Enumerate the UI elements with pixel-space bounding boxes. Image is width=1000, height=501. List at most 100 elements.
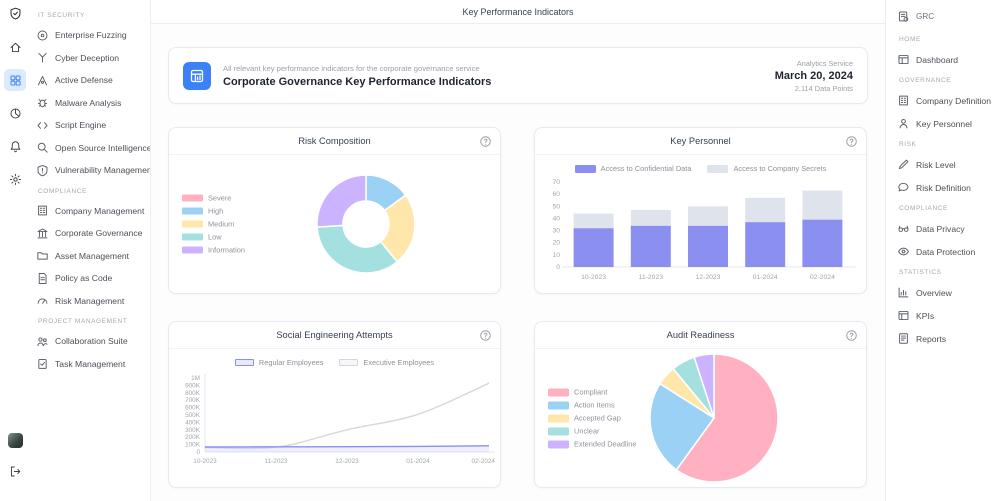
item-label: Risk Management [55,296,124,306]
item-label: Dashboard [916,55,958,65]
item-label: Asset Management [55,251,129,261]
sidebar-item-enterprise-fuzzing[interactable]: Enterprise Fuzzing [36,24,146,47]
data-points-count: 2,114 Data Points [775,84,853,93]
card-header: Key Personnel [535,128,866,155]
item-label: Corporate Governance [55,228,142,238]
item-label: Malware Analysis [55,98,121,108]
legend-label: Access to Confidential Data [601,164,692,173]
sidebar-item-corporate-governance[interactable]: Corporate Governance [36,222,146,245]
sidebar-item-cyber-deception[interactable]: Cyber Deception [36,47,146,70]
code-icon [36,119,49,132]
chart-legend: Access to Confidential Data Access to Co… [535,164,866,173]
dashboard-grid-icon[interactable] [4,69,26,91]
nav-item-data-protection[interactable]: Data Protection [897,240,992,263]
svg-text:100K: 100K [185,442,201,449]
sidebar-item-risk-management[interactable]: Risk Management [36,290,146,313]
nav-item-key-personnel[interactable]: Key Personnel [897,112,992,135]
nav-item-risk-definition[interactable]: Risk Definition [897,176,992,199]
card-header: Audit Readiness [535,322,866,349]
document-icon [36,272,49,285]
app-logo-shield-icon [9,7,22,20]
person-icon [897,117,910,130]
settings-gear-icon[interactable] [4,168,26,190]
nav-item-dashboard[interactable]: Dashboard [897,48,992,71]
glasses-icon [897,222,910,235]
content-area: All relevant key performance indicators … [151,24,885,488]
legend-swatch [548,401,569,409]
svg-text:40: 40 [552,215,560,222]
page-title: Key Performance Indicators [462,7,573,17]
legend-item: Low [182,233,245,242]
folder-icon [36,249,49,262]
chart-card-audit-readiness: Audit Readiness Compliant Action Items A… [534,321,867,488]
target-icon [36,29,49,42]
analytics-pie-icon[interactable] [4,102,26,124]
chart-card-social-engineering: Social Engineering Attempts Regular Empl… [168,321,501,488]
svg-text:1M: 1M [191,375,200,382]
legend-swatch [182,247,203,254]
home-icon[interactable] [4,36,26,58]
nav-item-overview[interactable]: Overview [897,281,992,304]
bank-icon [36,227,49,240]
legend-item: Regular Employees [235,358,324,367]
legend-label: Compliant [574,388,607,397]
nav-item-company-definition[interactable]: Company Definition [897,89,992,112]
sidebar-item-vulnerability-management[interactable]: Vulnerability Management [36,159,146,182]
grc-app-label: GRC [916,12,934,21]
sidebar-item-open-source-intelligence[interactable]: Open Source Intelligence [36,137,146,160]
legend-item: Accepted Gap [548,414,636,423]
chart-title: Risk Composition [298,136,370,146]
table-icon [897,309,910,322]
left-sidebar: IT Security Enterprise Fuzzing Cyber Dec… [30,0,150,501]
svg-text:12-2023: 12-2023 [696,274,721,281]
gauge-icon [36,294,49,307]
section-label-compliance-right: Compliance [899,205,992,212]
search-icon [36,141,49,154]
section-label-compliance: Compliance [38,188,146,195]
sidebar-item-company-management[interactable]: Company Management [36,200,146,223]
sidebar-item-policy-as-code[interactable]: Policy as Code [36,267,146,290]
card-header: Risk Composition [169,128,500,155]
people-icon [36,335,49,348]
nav-item-reports[interactable]: Reports [897,327,992,350]
eye-icon [897,245,910,258]
chart-card-key-personnel: Key Personnel Access to Confidential Dat… [534,127,867,294]
sidebar-item-active-defense[interactable]: Active Defense [36,69,146,92]
right-sidebar: GRC Home Dashboard Governance Company De… [885,0,1000,501]
sidebar-item-task-management[interactable]: Task Management [36,353,146,376]
help-icon[interactable] [845,135,857,147]
sidebar-item-collaboration-suite[interactable]: Collaboration Suite [36,330,146,353]
sidebar-item-malware-analysis[interactable]: Malware Analysis [36,92,146,115]
user-avatar[interactable] [8,433,23,448]
item-label: Key Personnel [916,119,972,129]
section-label-it-security: IT Security [38,12,146,19]
chart-card-risk-composition: Risk Composition Severe High Medium Low … [168,127,501,294]
line-chart-body: Regular Employees Executive Employees 01… [169,349,500,487]
legend-item: Compliant [548,388,636,397]
legend-swatch [548,388,569,396]
sidebar-item-asset-management[interactable]: Asset Management [36,245,146,268]
item-label: KPIs [916,311,934,321]
grc-app-badge[interactable]: GRC [897,6,992,26]
legend-label: Accepted Gap [574,414,621,423]
nav-item-risk-level[interactable]: Risk Level [897,153,992,176]
nav-item-data-privacy[interactable]: Data Privacy [897,217,992,240]
kpi-card-title: Corporate Governance Key Performance Ind… [223,76,491,88]
section-label-project-management: Project Management [38,318,146,325]
legend-swatch [182,195,203,202]
legend-label: Unclear [574,427,599,436]
notifications-bell-icon[interactable] [4,135,26,157]
help-icon[interactable] [845,329,857,341]
legend-item: Extended Deadline [548,440,636,449]
section-label-statistics: Statistics [899,269,992,276]
nav-item-kpis[interactable]: KPIs [897,304,992,327]
help-icon[interactable] [479,135,491,147]
svg-text:0: 0 [196,449,200,456]
sidebar-item-script-engine[interactable]: Script Engine [36,114,146,137]
logout-icon[interactable] [4,460,26,482]
help-icon[interactable] [479,329,491,341]
svg-text:700K: 700K [185,397,201,404]
legend-item: Action Items [548,401,636,410]
bug-icon [36,96,49,109]
svg-text:800K: 800K [185,390,201,397]
